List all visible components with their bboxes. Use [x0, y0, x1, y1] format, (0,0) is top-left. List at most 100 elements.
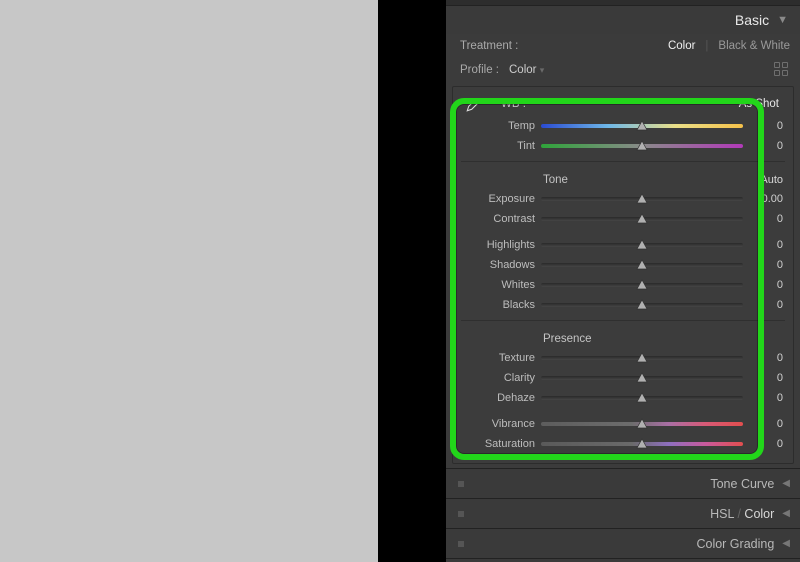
- highlights-value[interactable]: 0: [749, 239, 785, 251]
- whites-label: Whites: [461, 279, 541, 291]
- basic-panel-header[interactable]: Basic ▼: [446, 6, 800, 34]
- temp-row: Temp 0: [453, 115, 793, 135]
- clarity-label: Clarity: [461, 372, 541, 384]
- wb-label: WB :: [489, 98, 739, 110]
- tint-value[interactable]: 0: [749, 140, 785, 152]
- texture-label: Texture: [461, 352, 541, 364]
- basic-panel-body: WB : As Shot Temp 0 Tint 0 Tone Auto Exp…: [452, 86, 794, 464]
- texture-value[interactable]: 0: [749, 352, 785, 364]
- shadows-slider[interactable]: [541, 258, 743, 272]
- clarity-slider[interactable]: [541, 371, 743, 385]
- highlights-slider[interactable]: [541, 238, 743, 252]
- highlights-label: Highlights: [461, 239, 541, 251]
- vibrance-row: Vibrance 0: [453, 413, 793, 433]
- blacks-value[interactable]: 0: [749, 299, 785, 311]
- tone-curve-panel-header[interactable]: Tone Curve ◀: [446, 468, 800, 498]
- collapse-icon: ▼: [777, 14, 788, 26]
- dehaze-value[interactable]: 0: [749, 392, 785, 404]
- panel-title-basic: Basic: [735, 12, 769, 28]
- divider-strip: [378, 0, 446, 562]
- divider: [461, 161, 785, 162]
- develop-panel: Basic ▼ Treatment : Color | Black & Whit…: [446, 0, 800, 562]
- wb-row: WB : As Shot: [453, 93, 793, 115]
- separator-pipe: |: [705, 40, 708, 52]
- tint-slider[interactable]: [541, 139, 743, 153]
- tint-label: Tint: [461, 140, 541, 152]
- wb-preset-dropdown[interactable]: As Shot: [739, 98, 785, 110]
- color-text: Color: [744, 507, 774, 521]
- saturation-row: Saturation 0: [453, 433, 793, 453]
- chevron-down-icon: ▾: [540, 65, 545, 75]
- profile-dropdown[interactable]: Color ▾: [509, 64, 544, 76]
- profile-name: Color: [509, 64, 536, 76]
- clarity-row: Clarity 0: [453, 367, 793, 387]
- blacks-label: Blacks: [461, 299, 541, 311]
- slider-thumb-icon: [636, 438, 648, 450]
- hsl-text: HSL: [710, 507, 734, 521]
- profile-row: Profile : Color ▾: [446, 58, 800, 86]
- presence-title: Presence: [541, 333, 741, 345]
- blacks-slider[interactable]: [541, 298, 743, 312]
- slider-thumb-icon: [636, 140, 648, 152]
- whites-slider[interactable]: [541, 278, 743, 292]
- tone-auto-button[interactable]: Auto: [741, 174, 785, 186]
- image-canvas: [0, 0, 378, 562]
- shadows-label: Shadows: [461, 259, 541, 271]
- color-grading-panel-header[interactable]: Color Grading ◀: [446, 528, 800, 558]
- slider-thumb-icon: [636, 193, 648, 205]
- treatment-bw-option[interactable]: Black & White: [718, 40, 790, 52]
- expand-icon: ◀: [782, 538, 790, 549]
- presence-section-header: Presence: [453, 327, 793, 347]
- eyedropper-icon[interactable]: [459, 95, 489, 113]
- expand-icon: ◀: [782, 478, 790, 489]
- slider-thumb-icon: [636, 392, 648, 404]
- dehaze-label: Dehaze: [461, 392, 541, 404]
- dehaze-slider[interactable]: [541, 391, 743, 405]
- vibrance-slider[interactable]: [541, 417, 743, 431]
- saturation-slider[interactable]: [541, 437, 743, 451]
- slider-thumb-icon: [636, 418, 648, 430]
- slider-thumb-icon: [636, 120, 648, 132]
- slash-text: /: [734, 507, 744, 521]
- exposure-label: Exposure: [461, 193, 541, 205]
- treatment-color-option[interactable]: Color: [668, 40, 695, 52]
- whites-row: Whites 0: [453, 274, 793, 294]
- shadows-value[interactable]: 0: [749, 259, 785, 271]
- slider-thumb-icon: [636, 259, 648, 271]
- tone-curve-title: Tone Curve: [464, 477, 782, 491]
- divider: [461, 320, 785, 321]
- slider-thumb-icon: [636, 213, 648, 225]
- tint-row: Tint 0: [453, 135, 793, 155]
- profile-label: Profile :: [460, 64, 499, 76]
- saturation-value[interactable]: 0: [749, 438, 785, 450]
- texture-slider[interactable]: [541, 351, 743, 365]
- contrast-label: Contrast: [461, 213, 541, 225]
- blacks-row: Blacks 0: [453, 294, 793, 314]
- slider-thumb-icon: [636, 279, 648, 291]
- whites-value[interactable]: 0: [749, 279, 785, 291]
- slider-thumb-icon: [636, 372, 648, 384]
- contrast-slider[interactable]: [541, 212, 743, 226]
- vibrance-label: Vibrance: [461, 418, 541, 430]
- contrast-row: Contrast 0: [453, 208, 793, 228]
- slider-thumb-icon: [636, 239, 648, 251]
- exposure-value[interactable]: 0.00: [749, 193, 785, 205]
- exposure-row: Exposure 0.00: [453, 188, 793, 208]
- expand-icon: ◀: [782, 508, 790, 519]
- shadows-row: Shadows 0: [453, 254, 793, 274]
- exposure-slider[interactable]: [541, 192, 743, 206]
- temp-value[interactable]: 0: [749, 120, 785, 132]
- slider-thumb-icon: [636, 299, 648, 311]
- dehaze-row: Dehaze 0: [453, 387, 793, 407]
- vibrance-value[interactable]: 0: [749, 418, 785, 430]
- hsl-color-panel-header[interactable]: HSL / Color ◀: [446, 498, 800, 528]
- detail-panel-header[interactable]: Detail ◀: [446, 558, 800, 562]
- clarity-value[interactable]: 0: [749, 372, 785, 384]
- treatment-row: Treatment : Color | Black & White: [446, 34, 800, 58]
- temp-slider[interactable]: [541, 119, 743, 133]
- profile-browser-icon[interactable]: [774, 62, 790, 78]
- contrast-value[interactable]: 0: [749, 213, 785, 225]
- hsl-color-title: HSL / Color: [464, 507, 782, 521]
- slider-thumb-icon: [636, 352, 648, 364]
- tone-section-header: Tone Auto: [453, 168, 793, 188]
